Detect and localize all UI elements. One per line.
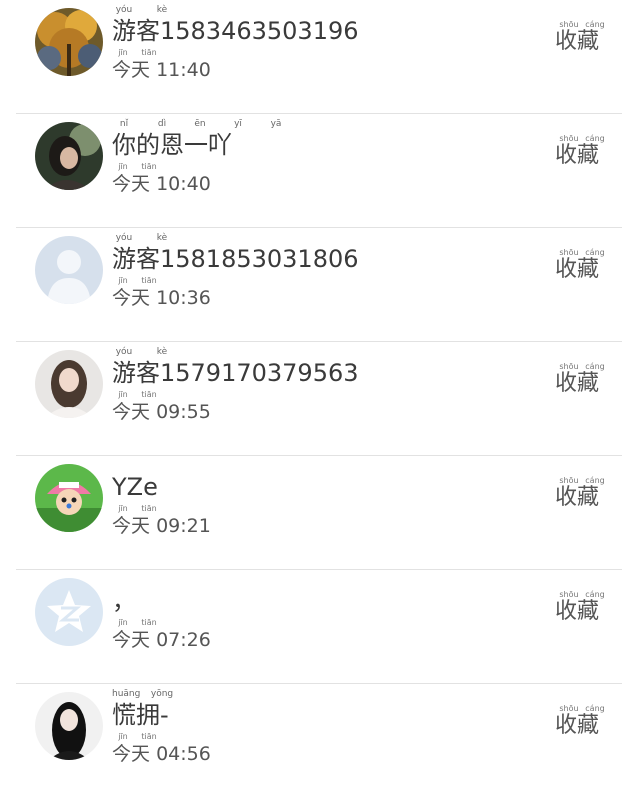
collect-button[interactable]: 收藏 bbox=[555, 370, 599, 398]
list-item[interactable]: yóu kè 游客1581853031806 jīn tiān 今天 10:36 s… bbox=[0, 228, 640, 342]
visit-time: 今天 07:26 bbox=[112, 629, 211, 651]
visit-time: 今天 10:36 bbox=[112, 287, 211, 309]
visitor-name: ， bbox=[112, 587, 136, 615]
girl-photo-icon[interactable] bbox=[35, 122, 103, 190]
list-item[interactable]: nǐ dì ēn yī yā 你的恩一吖 jīn tiān 今天 10:40 shōu cá… bbox=[0, 114, 640, 228]
visitor-name: 游客1581853031806 bbox=[112, 245, 359, 273]
visitor-name: 游客1579170379563 bbox=[112, 359, 359, 387]
time-pinyin: jīn tiān bbox=[118, 48, 157, 57]
list-item[interactable]: YZe jīn tiān 今天 09:21 shōu cáng 收藏 bbox=[0, 456, 640, 570]
collect-button[interactable]: 收藏 bbox=[555, 712, 599, 740]
visitor-list: yóu kè 游客1583463503196 jīn tiān 今天 11:40 s… bbox=[0, 0, 640, 798]
collect-button[interactable]: 收藏 bbox=[555, 28, 599, 56]
autumn-tree-photo-icon[interactable] bbox=[35, 8, 103, 76]
cartoon-character-icon[interactable] bbox=[35, 464, 103, 532]
time-pinyin: jīn tiān bbox=[118, 618, 157, 627]
visit-time: 今天 11:40 bbox=[112, 59, 211, 81]
visit-time: 今天 09:21 bbox=[112, 515, 211, 537]
list-item[interactable]: yóu kè 游客1579170379563 jīn tiān 今天 09:55 s… bbox=[0, 342, 640, 456]
collect-button[interactable]: 收藏 bbox=[555, 484, 599, 512]
time-pinyin: jīn tiān bbox=[118, 162, 157, 171]
name-pinyin: yóu kè bbox=[115, 347, 168, 357]
visitor-name: 慌拥- bbox=[112, 701, 169, 729]
girl-portrait-icon[interactable] bbox=[35, 350, 103, 418]
collect-button[interactable]: 收藏 bbox=[555, 256, 599, 284]
time-pinyin: jīn tiān bbox=[118, 390, 157, 399]
visitor-name: YZe bbox=[112, 473, 158, 501]
visitor-name: 你的恩一吖 bbox=[112, 131, 232, 159]
collect-button[interactable]: 收藏 bbox=[555, 142, 599, 170]
name-pinyin: huāng yōng bbox=[112, 689, 174, 699]
list-item[interactable]: ， jīn tiān 今天 07:26 shōu cáng 收藏 bbox=[0, 570, 640, 684]
name-pinyin: yóu kè bbox=[115, 233, 168, 243]
list-item[interactable]: huāng yōng 慌拥- jīn tiān 今天 04:56 shōu cáng … bbox=[0, 684, 640, 798]
name-pinyin: nǐ dì ēn yī yā bbox=[119, 119, 282, 129]
time-pinyin: jīn tiān bbox=[118, 276, 157, 285]
visit-time: 今天 09:55 bbox=[112, 401, 211, 423]
default-user-silhouette-icon[interactable] bbox=[35, 236, 103, 304]
time-pinyin: jīn tiān bbox=[118, 732, 157, 741]
dark-hair-girl-photo-icon[interactable] bbox=[35, 692, 103, 760]
visit-time: 今天 04:56 bbox=[112, 743, 211, 765]
qzone-star-logo-icon[interactable] bbox=[35, 578, 103, 646]
name-pinyin: yóu kè bbox=[115, 5, 168, 15]
visitor-name: 游客1583463503196 bbox=[112, 17, 359, 45]
collect-button[interactable]: 收藏 bbox=[555, 598, 599, 626]
visit-time: 今天 10:40 bbox=[112, 173, 211, 195]
list-item[interactable]: yóu kè 游客1583463503196 jīn tiān 今天 11:40 s… bbox=[0, 0, 640, 114]
time-pinyin: jīn tiān bbox=[118, 504, 157, 513]
